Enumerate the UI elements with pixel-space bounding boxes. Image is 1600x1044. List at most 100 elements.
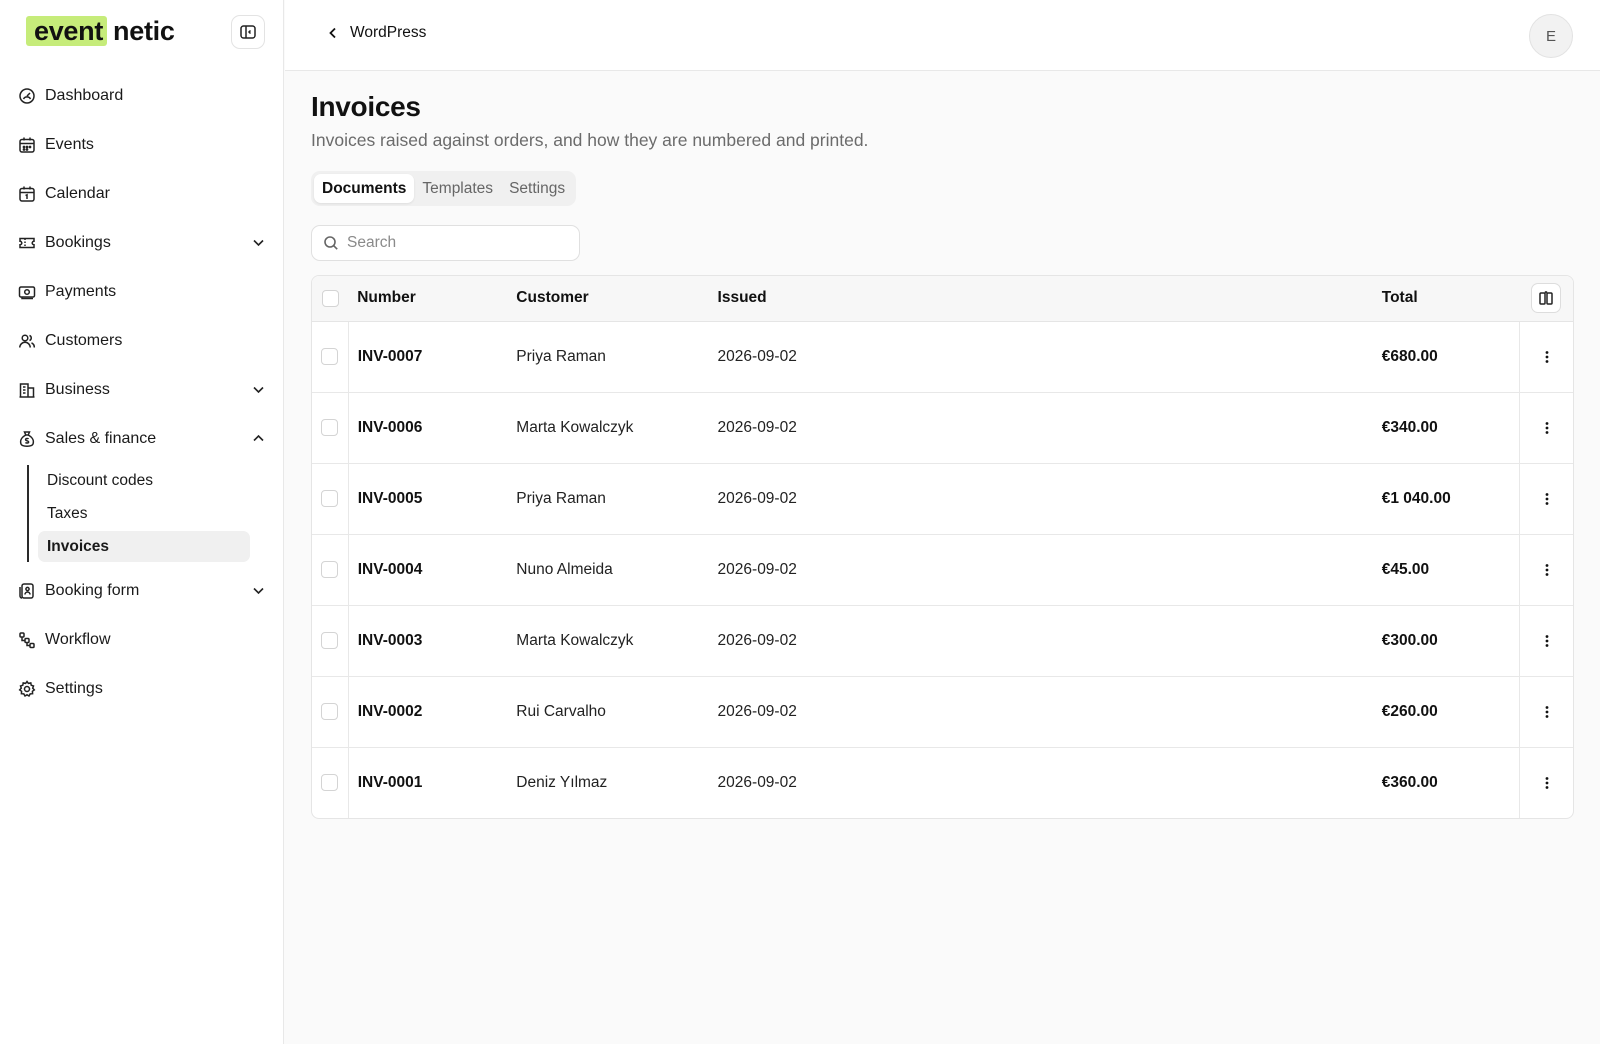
row-checkbox[interactable] xyxy=(321,489,339,507)
table-row[interactable]: INV-0007 Priya Raman 2026-09-02 €680.00 xyxy=(312,321,1573,393)
sidebar-item-label: Settings xyxy=(45,679,103,697)
sidebar-item-calendar[interactable]: Calendar xyxy=(0,169,284,218)
issued-date: 2026-09-02 xyxy=(717,773,797,791)
select-all-checkbox[interactable] xyxy=(321,289,339,307)
row-actions-cell xyxy=(1519,463,1573,535)
row-actions-cell xyxy=(1519,747,1573,818)
row-checkbox[interactable] xyxy=(321,347,339,365)
sidebar-item-workflow[interactable]: Workflow xyxy=(0,615,284,664)
invoice-number[interactable]: INV-0007 xyxy=(348,321,517,393)
banknote-icon xyxy=(18,283,36,301)
table-row[interactable]: INV-0005 Priya Raman 2026-09-02 €1 040.00 xyxy=(312,463,1573,535)
table-header-row: Number Customer Issued Total xyxy=(312,276,1573,322)
logo[interactable]: event netic xyxy=(26,14,175,48)
more-vertical-icon xyxy=(1545,492,1548,505)
sidebar-item-label: Sales & finance xyxy=(45,429,157,447)
tab-templates[interactable]: Templates xyxy=(414,174,501,203)
tab-settings[interactable]: Settings xyxy=(501,174,573,203)
invoice-total: €1 040.00 xyxy=(1381,463,1520,535)
search-icon xyxy=(324,236,338,250)
row-menu-button[interactable] xyxy=(1535,700,1559,724)
search-box xyxy=(311,225,580,261)
sidebar-item-booking-form[interactable]: Booking form xyxy=(0,566,284,615)
column-header-issued[interactable]: Issued xyxy=(717,276,1382,322)
sidebar-item-label: Payments xyxy=(45,282,117,300)
row-actions-cell xyxy=(1519,392,1573,464)
column-settings-button[interactable] xyxy=(1531,283,1562,314)
row-checkbox[interactable] xyxy=(321,418,339,436)
calendar-grid-icon xyxy=(18,136,36,154)
sidebar-item-sales-finance[interactable]: Sales & finance xyxy=(0,414,284,463)
row-checkbox[interactable] xyxy=(321,702,339,720)
search-input[interactable] xyxy=(347,234,567,252)
sidebar-item-payments[interactable]: Payments xyxy=(0,267,284,316)
dashboard-icon xyxy=(18,87,36,105)
row-menu-button[interactable] xyxy=(1535,345,1559,369)
back-to-wordpress-link[interactable]: WordPress xyxy=(325,24,426,42)
ticket-icon xyxy=(18,234,36,252)
row-checkbox[interactable] xyxy=(321,560,339,578)
tab-documents[interactable]: Documents xyxy=(314,174,415,203)
issued-date: 2026-09-02 xyxy=(717,463,1382,535)
form-icon xyxy=(18,582,36,600)
customer-name: Priya Raman xyxy=(516,321,718,393)
chevron-down-icon xyxy=(253,239,264,247)
customer-name: Deniz Yılmaz xyxy=(516,773,608,791)
invoice-number[interactable]: INV-0003 xyxy=(348,605,517,677)
customer-name: Marta Kowalczyk xyxy=(516,392,718,464)
invoice-total: €340.00 xyxy=(1381,392,1520,464)
sidebar-item-bookings[interactable]: Bookings xyxy=(0,218,284,267)
row-menu-button[interactable] xyxy=(1535,487,1559,511)
sidebar-toggle-button[interactable] xyxy=(231,15,265,49)
sidebar-item-business[interactable]: Business xyxy=(0,365,284,414)
table-row[interactable]: INV-0004 Nuno Almeida 2026-09-02 €45.00 xyxy=(312,534,1573,606)
row-menu-button[interactable] xyxy=(1535,629,1559,653)
tab-bar: Documents Templates Settings xyxy=(311,171,577,206)
more-vertical-icon xyxy=(1545,634,1548,647)
more-vertical-icon xyxy=(1545,563,1548,576)
row-menu-button[interactable] xyxy=(1535,558,1559,582)
invoice-total: €260.00 xyxy=(1381,676,1520,748)
sidebar-item-customers[interactable]: Customers xyxy=(0,316,284,365)
table-row[interactable]: INV-0001 Deniz Yılmaz 2026-09-02 €360.00 xyxy=(312,747,1573,818)
sidebar-subitem-discount-codes[interactable]: Discount codes xyxy=(38,465,250,496)
invoice-number[interactable]: INV-0006 xyxy=(348,392,517,464)
sidebar-item-label: Customers xyxy=(45,331,123,349)
sidebar-subitem-invoices[interactable]: Invoices xyxy=(38,531,250,562)
avatar[interactable]: E xyxy=(1529,14,1573,58)
topbar: WordPress E xyxy=(285,0,1600,71)
row-select-cell xyxy=(312,463,349,535)
sidebar-item-events[interactable]: Events xyxy=(0,120,284,169)
issued-date: 2026-09-02 xyxy=(717,321,1382,393)
row-checkbox[interactable] xyxy=(321,774,339,792)
invoice-number[interactable]: INV-0005 xyxy=(348,463,517,535)
columns-icon xyxy=(1539,291,1554,305)
invoice-number[interactable]: INV-0001 xyxy=(348,747,516,818)
column-header-total[interactable]: Total xyxy=(1381,276,1520,322)
table-row[interactable]: INV-0003 Marta Kowalczyk 2026-09-02 €300.00 xyxy=(312,605,1573,677)
row-select-cell xyxy=(312,747,349,818)
money-bag-icon xyxy=(18,430,36,448)
table-row[interactable]: INV-0002 Rui Carvalho 2026-09-02 €260.00 xyxy=(312,676,1573,748)
invoice-number[interactable]: INV-0002 xyxy=(348,676,517,748)
page-description: Invoices raised against orders, and how … xyxy=(311,130,869,150)
sidebar-item-settings[interactable]: Settings xyxy=(0,664,284,713)
sidebar-item-label: Bookings xyxy=(45,233,111,251)
column-header-customer[interactable]: Customer xyxy=(516,276,718,322)
row-menu-button[interactable] xyxy=(1535,416,1559,440)
calendar-icon xyxy=(18,185,36,203)
chevron-left-icon xyxy=(329,27,336,39)
customer-name: Rui Carvalho xyxy=(516,676,718,748)
sidebar-subitem-taxes[interactable]: Taxes xyxy=(38,498,250,529)
sidebar-item-dashboard[interactable]: Dashboard xyxy=(0,71,284,120)
sales-finance-subnav: Discount codes Taxes Invoices xyxy=(27,465,250,562)
issued-date: 2026-09-02 xyxy=(717,534,1382,606)
row-menu-button[interactable] xyxy=(1535,771,1559,795)
column-header-number[interactable]: Number xyxy=(348,276,517,322)
row-actions-cell xyxy=(1519,321,1573,393)
gear-icon xyxy=(18,679,36,698)
invoice-number[interactable]: INV-0004 xyxy=(348,534,517,606)
sidebar-item-label: Calendar xyxy=(45,184,110,202)
table-row[interactable]: INV-0006 Marta Kowalczyk 2026-09-02 €340.00 xyxy=(312,392,1573,464)
row-checkbox[interactable] xyxy=(321,631,339,649)
